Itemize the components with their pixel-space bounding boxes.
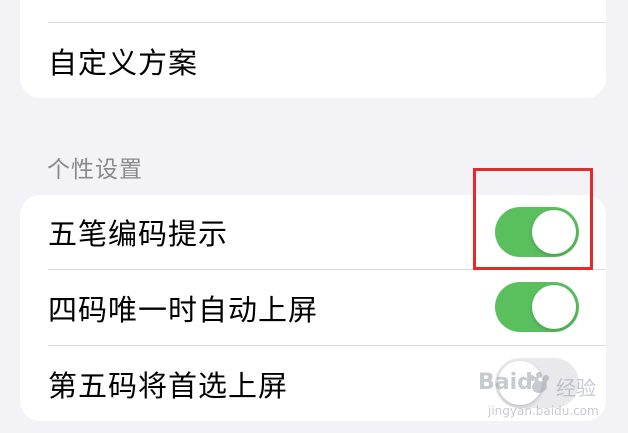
row-custom-scheme[interactable]: 自定义方案 [20, 23, 606, 98]
watermark-url: jingyan.baidu.com [488, 404, 599, 418]
row-label: 第五码将首选上屏 [48, 368, 289, 403]
four-code-auto-commit-toggle[interactable] [495, 282, 579, 332]
toggle-knob [532, 285, 576, 329]
row-label: 自定义方案 [48, 45, 199, 80]
section-header-personal: 个性设置 [47, 157, 143, 183]
row-label: 五笔编码提示 [48, 217, 229, 251]
row-four-code-auto-commit: 四码唯一时自动上屏 [20, 270, 606, 345]
row-label: 四码唯一时自动上屏 [48, 292, 319, 327]
paw-icon [529, 372, 549, 393]
settings-group-schemes: 自定义方案 [20, 0, 606, 98]
watermark-label: 经验 [556, 376, 596, 400]
baidu-jingyan-watermark: Baidu 经验 jingyan.baidu.com [478, 366, 618, 426]
highlight-annotation-box [473, 168, 593, 270]
